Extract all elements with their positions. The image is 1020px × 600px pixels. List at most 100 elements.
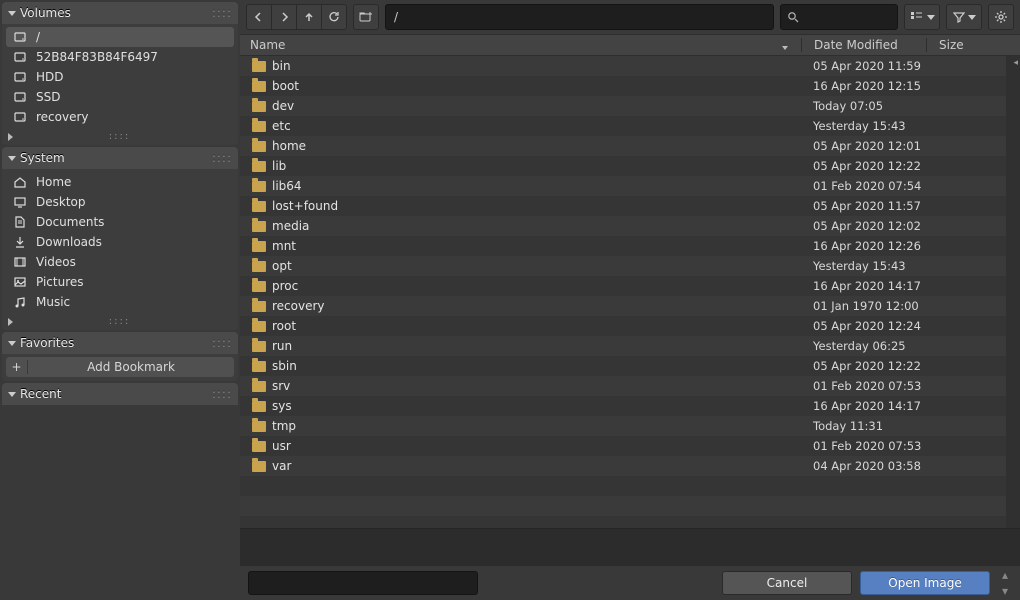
system-item[interactable]: Videos xyxy=(6,252,234,272)
file-date: 05 Apr 2020 12:22 xyxy=(801,159,926,173)
disclosure-icon xyxy=(8,11,16,16)
scroll-right-icon[interactable] xyxy=(8,318,13,326)
forward-button[interactable] xyxy=(271,4,297,30)
display-mode-button[interactable] xyxy=(904,4,940,30)
folder-icon xyxy=(252,421,266,432)
file-row[interactable]: var04 Apr 2020 03:58 xyxy=(240,456,1020,476)
system-item[interactable]: Desktop xyxy=(6,192,234,212)
file-row[interactable]: tmpToday 11:31 xyxy=(240,416,1020,436)
folder-icon xyxy=(252,241,266,252)
file-row[interactable]: lib05 Apr 2020 12:22 xyxy=(240,156,1020,176)
column-name[interactable]: Name xyxy=(240,38,801,52)
settings-button[interactable] xyxy=(988,4,1014,30)
file-date: 16 Apr 2020 14:17 xyxy=(801,279,926,293)
system-item[interactable]: Downloads xyxy=(6,232,234,252)
file-row[interactable]: optYesterday 15:43 xyxy=(240,256,1020,276)
file-row[interactable]: srv01 Feb 2020 07:53 xyxy=(240,376,1020,396)
documents-icon xyxy=(12,214,28,230)
gear-icon xyxy=(994,10,1008,24)
file-row[interactable]: sbin05 Apr 2020 12:22 xyxy=(240,356,1020,376)
file-row[interactable]: etcYesterday 15:43 xyxy=(240,116,1020,136)
empty-row xyxy=(240,476,1020,496)
disk-icon xyxy=(12,69,28,85)
file-row[interactable]: runYesterday 06:25 xyxy=(240,336,1020,356)
cancel-button[interactable]: Cancel xyxy=(722,571,852,595)
folder-icon xyxy=(252,181,266,192)
file-row[interactable]: media05 Apr 2020 12:02 xyxy=(240,216,1020,236)
system-label: Videos xyxy=(36,255,76,269)
file-row[interactable]: root05 Apr 2020 12:24 xyxy=(240,316,1020,336)
file-row[interactable]: proc16 Apr 2020 14:17 xyxy=(240,276,1020,296)
file-row[interactable]: sys16 Apr 2020 14:17 xyxy=(240,396,1020,416)
search-icon xyxy=(787,11,799,23)
file-name: lib64 xyxy=(272,179,302,193)
system-item[interactable]: Pictures xyxy=(6,272,234,292)
file-row[interactable]: lib6401 Feb 2020 07:54 xyxy=(240,176,1020,196)
file-name: root xyxy=(272,319,296,333)
file-row[interactable]: recovery01 Jan 1970 12:00 xyxy=(240,296,1020,316)
panel-header-system[interactable]: System :::: xyxy=(2,147,238,169)
search-input[interactable] xyxy=(780,4,898,30)
scroll-right-icon[interactable] xyxy=(8,133,13,141)
refresh-button[interactable] xyxy=(321,4,347,30)
system-label: Pictures xyxy=(36,275,84,289)
system-list: HomeDesktopDocumentsDownloads Videos Pictu… xyxy=(2,169,238,316)
panel-volumes: Volumes :::: /52B84F83B84F6497HDDSSDreco… xyxy=(2,2,238,145)
folder-icon xyxy=(252,341,266,352)
file-list[interactable]: bin05 Apr 2020 11:59boot16 Apr 2020 12:1… xyxy=(240,56,1020,528)
add-bookmark-label: Add Bookmark xyxy=(28,360,234,374)
file-row[interactable]: bin05 Apr 2020 11:59 xyxy=(240,56,1020,76)
system-item[interactable]: Home xyxy=(6,172,234,192)
file-row[interactable]: mnt16 Apr 2020 12:26 xyxy=(240,236,1020,256)
volume-item[interactable]: SSD xyxy=(6,87,234,107)
file-name: home xyxy=(272,139,306,153)
file-name: recovery xyxy=(272,299,325,313)
file-row[interactable]: boot16 Apr 2020 12:15 xyxy=(240,76,1020,96)
open-image-button[interactable]: Open Image xyxy=(860,571,990,595)
grip-dots-icon[interactable]: :::: xyxy=(109,131,130,142)
volume-item[interactable]: recovery xyxy=(6,107,234,127)
back-button[interactable] xyxy=(246,4,272,30)
file-name: etc xyxy=(272,119,291,133)
filename-input[interactable] xyxy=(248,571,478,595)
panel-favorites: Favorites :::: + Add Bookmark xyxy=(2,332,238,381)
main-area: / Name Date Modified Size xyxy=(240,0,1020,600)
file-browser: Volumes :::: /52B84F83B84F6497HDDSSDreco… xyxy=(0,0,1020,600)
disclosure-icon xyxy=(8,341,16,346)
new-folder-button[interactable] xyxy=(353,4,379,30)
path-input[interactable]: / xyxy=(385,4,774,30)
grip-icon: :::: xyxy=(212,387,232,401)
grip-dots-icon[interactable]: :::: xyxy=(109,316,130,327)
filter-button[interactable] xyxy=(946,4,982,30)
volume-item[interactable]: 52B84F83B84F6497 xyxy=(6,47,234,67)
scrollbar[interactable]: ◂ xyxy=(1006,56,1020,528)
chevron-down-icon xyxy=(927,15,935,20)
file-row[interactable]: devToday 07:05 xyxy=(240,96,1020,116)
panel-header-volumes[interactable]: Volumes :::: xyxy=(2,2,238,24)
volume-item[interactable]: / xyxy=(6,27,234,47)
add-bookmark-button[interactable]: + Add Bookmark xyxy=(6,357,234,377)
column-size[interactable]: Size xyxy=(926,38,1006,52)
file-row[interactable]: home05 Apr 2020 12:01 xyxy=(240,136,1020,156)
file-row[interactable]: usr01 Feb 2020 07:53 xyxy=(240,436,1020,456)
volume-label: SSD xyxy=(36,90,60,104)
scroll-left-icon: ◂ xyxy=(1013,58,1018,68)
file-name: lost+found xyxy=(272,199,338,213)
system-item[interactable]: Documents xyxy=(6,212,234,232)
file-name: dev xyxy=(272,99,294,113)
file-date: Today 11:31 xyxy=(801,419,926,433)
parent-button[interactable] xyxy=(296,4,322,30)
folder-icon xyxy=(252,101,266,112)
column-date[interactable]: Date Modified xyxy=(801,38,926,52)
file-row[interactable]: lost+found05 Apr 2020 11:57 xyxy=(240,196,1020,216)
panel-system: System :::: HomeDesktopDocumentsDownload… xyxy=(2,147,238,330)
panel-title: Volumes xyxy=(20,6,71,20)
file-name: sys xyxy=(272,399,292,413)
system-item[interactable]: Music xyxy=(6,292,234,312)
panel-header-recent[interactable]: Recent :::: xyxy=(2,383,238,405)
panel-header-favorites[interactable]: Favorites :::: xyxy=(2,332,238,354)
disk-icon xyxy=(12,109,28,125)
volume-label: / xyxy=(36,30,40,44)
file-name: boot xyxy=(272,79,299,93)
volume-item[interactable]: HDD xyxy=(6,67,234,87)
